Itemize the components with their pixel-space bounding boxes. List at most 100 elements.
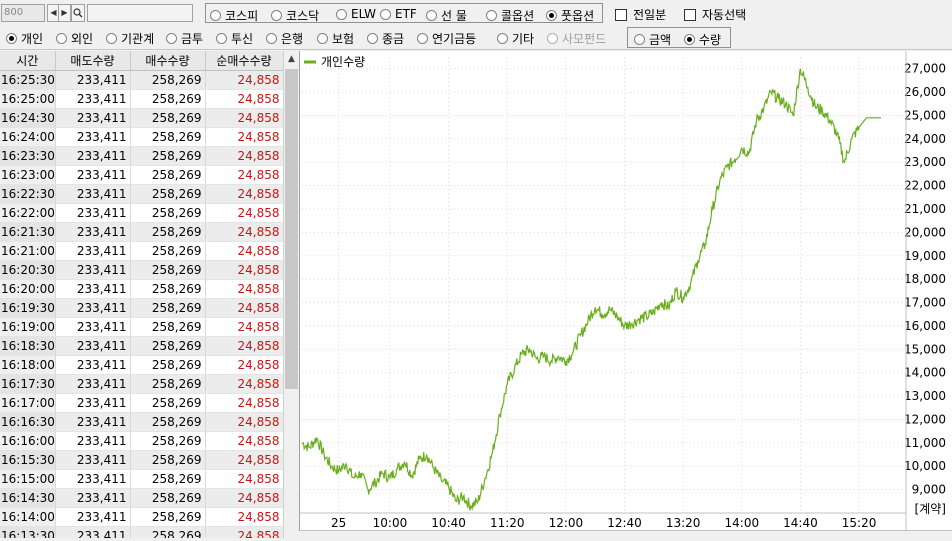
market-radio-call[interactable]: 콜옵션: [486, 7, 534, 24]
cell-time: 16:14:30: [0, 488, 56, 508]
x-tick-label: 15:20: [842, 516, 877, 530]
market-radio-etf[interactable]: ETF: [380, 7, 417, 21]
table-row[interactable]: 16:21:30 233,411 258,269 24,858: [0, 222, 284, 242]
investor-radio-insurance[interactable]: 보험: [317, 30, 354, 47]
table-row[interactable]: 16:20:00 233,411 258,269 24,858: [0, 279, 284, 299]
market-label: 코스피: [225, 9, 259, 23]
y-tick-label: 14,000: [904, 366, 946, 380]
cell-buy-qty: 258,269: [130, 526, 206, 538]
table-row[interactable]: 16:23:30 233,411 258,269 24,858: [0, 146, 284, 166]
radio-icon: [380, 8, 391, 20]
table-row[interactable]: 16:22:30 233,411 258,269 24,858: [0, 184, 284, 204]
next-arrow-icon[interactable]: ▶: [58, 4, 71, 22]
table-row[interactable]: 16:13:30 233,411 258,269 24,858: [0, 526, 284, 538]
table-row[interactable]: 16:17:00 233,411 258,269 24,858: [0, 393, 284, 413]
cell-sell-qty: 233,411: [55, 89, 131, 109]
cell-net-qty: 24,858: [205, 469, 284, 489]
cell-buy-qty: 258,269: [130, 317, 206, 337]
cell-time: 16:15:30: [0, 450, 56, 470]
cell-time: 16:21:00: [0, 241, 56, 261]
cell-buy-qty: 258,269: [130, 298, 206, 318]
table-row[interactable]: 16:22:00 233,411 258,269 24,858: [0, 203, 284, 223]
investor-radio-trust[interactable]: 투신: [216, 30, 253, 47]
unit-radio-quantity[interactable]: 수량: [684, 31, 721, 48]
y-tick-label: 17,000: [904, 296, 946, 310]
investor-radio-financial[interactable]: 금투: [166, 30, 203, 47]
col-header-sell-qty[interactable]: 매도수량: [55, 51, 131, 71]
market-radio-kosdaq[interactable]: 코스닥: [271, 7, 319, 24]
unit-radio-amount[interactable]: 금액: [634, 31, 671, 48]
stock-name-field[interactable]: [87, 4, 193, 22]
cell-time: 16:25:00: [0, 89, 56, 109]
cell-sell-qty: 233,411: [55, 222, 131, 242]
table-row[interactable]: 16:18:30 233,411 258,269 24,858: [0, 336, 284, 356]
table-row[interactable]: 16:14:30 233,411 258,269 24,858: [0, 488, 284, 508]
investor-label: 연기금등: [432, 32, 477, 46]
cell-sell-qty: 233,411: [55, 241, 131, 261]
market-radio-put[interactable]: 풋옵션: [546, 7, 594, 24]
investor-radio-institution[interactable]: 기관계: [106, 30, 154, 47]
col-header-buy-qty[interactable]: 매수수량: [130, 51, 206, 71]
table-row[interactable]: 16:20:30 233,411 258,269 24,858: [0, 260, 284, 280]
table-row[interactable]: 16:14:00 233,411 258,269 24,858: [0, 507, 284, 527]
table-row[interactable]: 16:24:00 233,411 258,269 24,858: [0, 127, 284, 147]
cell-net-qty: 24,858: [205, 412, 284, 432]
scroll-thumb[interactable]: [285, 69, 298, 389]
table-row[interactable]: 16:17:30 233,411 258,269 24,858: [0, 374, 284, 394]
radio-icon: [106, 33, 117, 44]
table-row[interactable]: 16:15:00 233,411 258,269 24,858: [0, 469, 284, 489]
search-icon[interactable]: [71, 4, 85, 22]
table-row[interactable]: 16:19:30 233,411 258,269 24,858: [0, 298, 284, 318]
y-tick-label: 27,000: [904, 62, 946, 76]
table-row[interactable]: 16:21:00 233,411 258,269 24,858: [0, 241, 284, 261]
cell-sell-qty: 233,411: [55, 526, 131, 538]
market-radio-kospi[interactable]: 코스피: [210, 7, 258, 24]
table-row[interactable]: 16:15:30 233,411 258,269 24,858: [0, 450, 284, 470]
investor-radio-bank[interactable]: 은행: [266, 30, 303, 47]
col-header-time[interactable]: 시간: [0, 51, 56, 71]
y-unit-label: [계약]: [915, 501, 946, 516]
cell-sell-qty: 233,411: [55, 450, 131, 470]
cell-buy-qty: 258,269: [130, 393, 206, 413]
market-label: ELW: [351, 7, 377, 21]
table-row[interactable]: 16:25:30 233,411 258,269 24,858: [0, 70, 284, 90]
investor-radio-foreign[interactable]: 외인: [56, 30, 93, 47]
cell-sell-qty: 233,411: [55, 317, 131, 337]
market-radio-futures[interactable]: 선 물: [426, 7, 467, 24]
table-row[interactable]: 16:23:00 233,411 258,269 24,858: [0, 165, 284, 185]
table-header-row: 시간 매도수량 매수수량 순매수수량: [0, 51, 284, 71]
investor-radio-pension[interactable]: 연기금등: [417, 30, 476, 47]
table-row[interactable]: 16:16:00 233,411 258,269 24,858: [0, 431, 284, 451]
table-row[interactable]: 16:19:00 233,411 258,269 24,858: [0, 317, 284, 337]
cell-sell-qty: 233,411: [55, 70, 131, 90]
legend-label: 개인수량: [321, 55, 365, 69]
cell-buy-qty: 258,269: [130, 222, 206, 242]
scroll-up-icon[interactable]: ▲: [284, 51, 299, 68]
stock-code-input[interactable]: 800: [1, 4, 45, 22]
unit-label: 금액: [649, 33, 672, 47]
x-tick-label: 14:40: [783, 516, 818, 530]
auto-select-checkbox[interactable]: 자동선택: [684, 6, 746, 23]
table-scrollbar[interactable]: ▲: [283, 51, 299, 538]
investor-radio-individual[interactable]: 개인: [6, 30, 43, 47]
table-row[interactable]: 16:16:30 233,411 258,269 24,858: [0, 412, 284, 432]
investor-radio-other[interactable]: 기타: [497, 30, 534, 47]
radio-icon: [426, 10, 437, 21]
x-tick-label: 10:40: [431, 516, 466, 530]
col-header-net-qty[interactable]: 순매수수량: [205, 51, 284, 71]
market-radio-elw[interactable]: ELW: [336, 7, 376, 21]
table-row[interactable]: 16:18:00 233,411 258,269 24,858: [0, 355, 284, 375]
table-row[interactable]: 16:25:00 233,411 258,269 24,858: [0, 89, 284, 109]
y-tick-label: 24,000: [904, 132, 946, 146]
investor-radio-merchant[interactable]: 종금: [367, 30, 404, 47]
cell-buy-qty: 258,269: [130, 184, 206, 204]
cell-net-qty: 24,858: [205, 203, 284, 223]
cell-net-qty: 24,858: [205, 298, 284, 318]
prev-day-checkbox[interactable]: 전일분: [615, 6, 666, 23]
cell-net-qty: 24,858: [205, 317, 284, 337]
investor-label: 은행: [281, 32, 304, 46]
cell-net-qty: 24,858: [205, 507, 284, 527]
cell-time: 16:19:00: [0, 317, 56, 337]
cell-net-qty: 24,858: [205, 355, 284, 375]
table-row[interactable]: 16:24:30 233,411 258,269 24,858: [0, 108, 284, 128]
